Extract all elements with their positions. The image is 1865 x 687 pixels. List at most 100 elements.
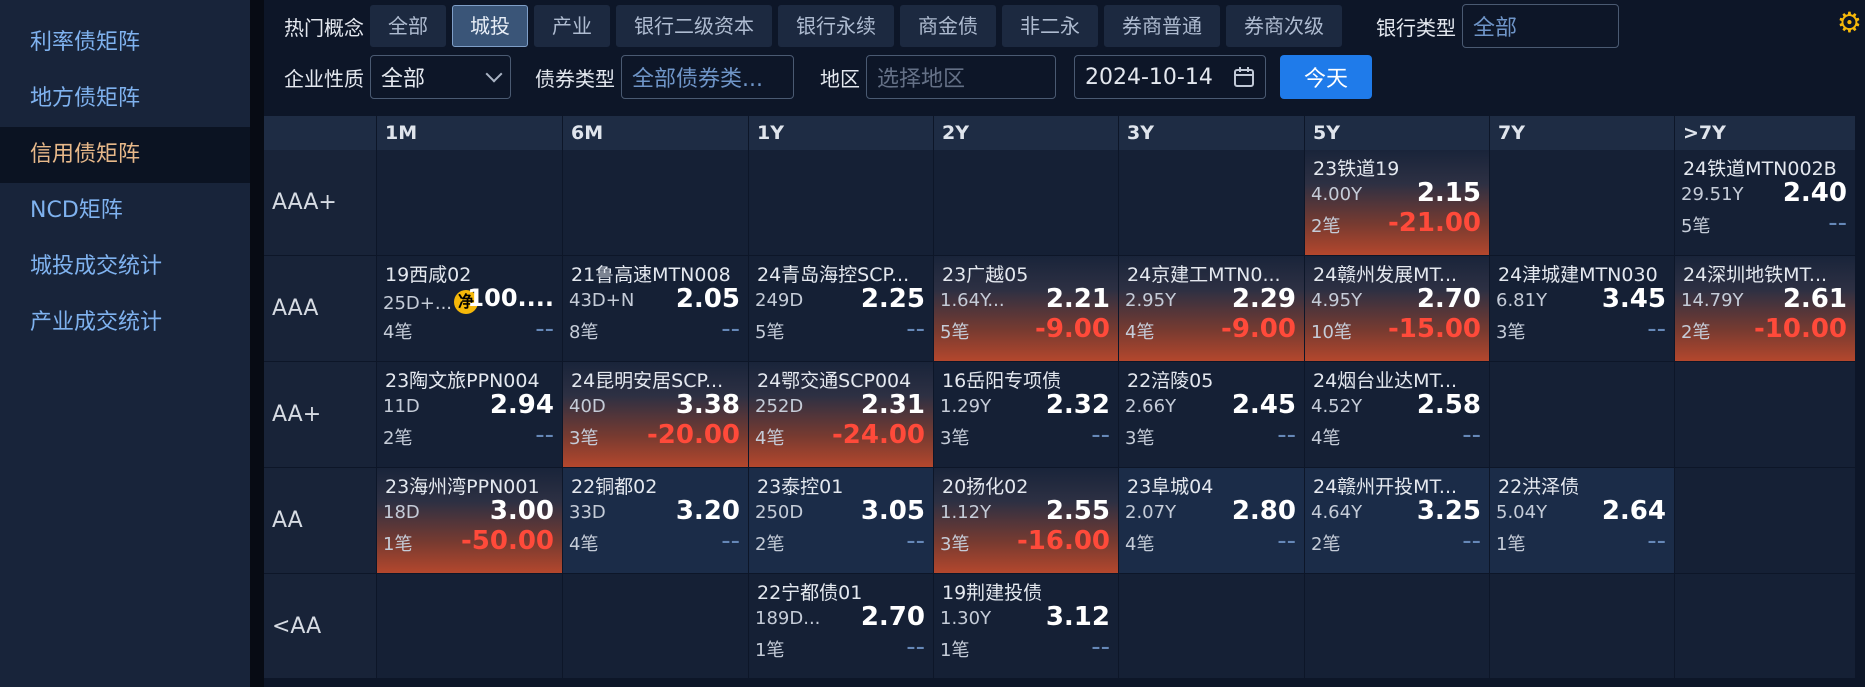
bond-rate: 3.05 (860, 496, 925, 526)
bond-term: 1.64Y... (940, 290, 1005, 311)
empty-cell (376, 574, 562, 679)
sidebar-item[interactable]: 产业成交统计 (0, 295, 250, 351)
bank-type-select[interactable]: 全部 (1462, 4, 1619, 48)
hot-tag[interactable]: 城投 (452, 5, 528, 47)
bond-cell[interactable]: 23海州湾PPN001 18D 3.00 1笔 -50.00 (376, 468, 562, 574)
bond-term-wrap: 1.30Y (940, 608, 991, 629)
bond-cell[interactable]: 24赣州开投MT... 4.64Y 3.25 2笔 -- (1304, 468, 1489, 574)
bond-term: 5.04Y (1496, 502, 1548, 523)
enterprise-nature-label: 企业性质 (284, 66, 364, 91)
hot-tag[interactable]: 产业 (534, 5, 610, 47)
rate-change: -9.00 (1221, 314, 1296, 344)
bond-cell[interactable]: 22涪陵05 2.66Y 2.45 3笔 -- (1118, 362, 1304, 468)
sidebar-item[interactable]: NCD矩阵 (0, 183, 250, 239)
hot-tag[interactable]: 券商次级 (1226, 5, 1342, 47)
column-header: 2Y (933, 116, 1118, 150)
hot-tag[interactable]: 商金债 (900, 5, 996, 47)
bond-cell[interactable]: 21鲁高速MTN008 43D+N 2.05 8笔 -- (562, 256, 748, 362)
rate-change: -- (721, 314, 740, 344)
sidebar-item[interactable]: 城投成交统计 (0, 239, 250, 295)
bond-cell[interactable]: 24京建工MTN0... 2.95Y 2.29 4笔 -9.00 (1118, 256, 1304, 362)
trade-count: 10笔 (1311, 322, 1352, 343)
bond-cell[interactable]: 23陶文旅PPN004 11D 2.94 2笔 -- (376, 362, 562, 468)
bond-type-select[interactable]: 全部债券类... (621, 55, 794, 99)
trade-count: 4笔 (755, 428, 785, 449)
rating-row-label: AAA (264, 256, 376, 362)
bond-rate: 3.25 (1416, 496, 1481, 526)
bond-name: 19西咸02 (385, 264, 472, 286)
sidebar-item[interactable]: 利率债矩阵 (0, 15, 250, 71)
hot-tag[interactable]: 非二永 (1002, 5, 1098, 47)
empty-cell (562, 574, 748, 679)
hot-tag[interactable]: 券商普通 (1104, 5, 1220, 47)
trade-count: 4笔 (383, 322, 413, 343)
bond-term-wrap: 2.66Y (1125, 396, 1176, 417)
rate-change: -15.00 (1387, 314, 1481, 344)
bond-term: 25D+... (383, 293, 453, 314)
bond-cell[interactable]: 20扬化02 1.12Y 2.55 3笔 -16.00 (933, 468, 1118, 574)
bond-rate: 2.25 (860, 284, 925, 314)
sidebar-item[interactable]: 地方债矩阵 (0, 71, 250, 127)
rate-change: -- (906, 314, 925, 344)
column-header: 1M (376, 116, 562, 150)
trade-count: 4笔 (1311, 428, 1341, 449)
bond-cell[interactable]: 22宁都债01 189D... 2.70 1笔 -- (748, 574, 933, 679)
bond-term-wrap: 1.64Y... (940, 290, 1005, 311)
date-value: 2024-10-14 (1085, 64, 1213, 90)
bond-cell[interactable]: 23泰控01 250D 3.05 2笔 -- (748, 468, 933, 574)
rate-change: -- (906, 526, 925, 556)
bond-cell[interactable]: 23铁道19 4.00Y 2.15 2笔 -21.00 (1304, 150, 1489, 256)
bond-cell[interactable]: 24赣州发展MT... 4.95Y 2.70 10笔 -15.00 (1304, 256, 1489, 362)
trade-count: 1笔 (383, 534, 413, 555)
bond-cell[interactable]: 22铜都02 33D 3.20 4笔 -- (562, 468, 748, 574)
column-header: 7Y (1489, 116, 1674, 150)
bond-cell[interactable]: 24铁道MTN002B 29.51Y 2.40 5笔 -- (1674, 150, 1855, 256)
region-select[interactable]: 选择地区 (866, 55, 1056, 99)
rating-row-label: AAA+ (264, 150, 376, 256)
bond-name: 24鄂交通SCP004 (757, 370, 912, 392)
hot-tag[interactable]: 银行二级资本 (616, 5, 772, 47)
bond-term-wrap: 5.04Y (1496, 502, 1547, 523)
rate-change: -50.00 (460, 526, 554, 556)
bond-term: 250D (755, 502, 804, 523)
enterprise-nature-select[interactable]: 全部 (370, 55, 511, 99)
sidebar-item[interactable]: 信用债矩阵 (0, 127, 250, 183)
bond-cell[interactable]: 23阜城04 2.07Y 2.80 4笔 -- (1118, 468, 1304, 574)
bond-term-wrap: 1.12Y (940, 502, 991, 523)
column-header: >7Y (1674, 116, 1855, 150)
date-picker[interactable]: 2024-10-14 (1074, 55, 1266, 99)
rate-change: -9.00 (1035, 314, 1110, 344)
bond-cell[interactable]: 16岳阳专项债 1.29Y 2.32 3笔 -- (933, 362, 1118, 468)
bond-cell[interactable]: 24津城建MTN030 6.81Y 3.45 3笔 -- (1489, 256, 1674, 362)
column-header: 1Y (748, 116, 933, 150)
bond-cell[interactable]: 22洪泽债 5.04Y 2.64 1笔 -- (1489, 468, 1674, 574)
bond-term-wrap: 4.64Y (1311, 502, 1362, 523)
bond-cell[interactable]: 19西咸02 25D+... 净 100.... 4笔 -- (376, 256, 562, 362)
bond-cell[interactable]: 24昆明安居SCP... 40D 3.38 3笔 -20.00 (562, 362, 748, 468)
trade-count: 2笔 (1681, 322, 1711, 343)
rate-change: -- (1277, 420, 1296, 450)
bond-matrix-grid: 1M 6M 1Y 2Y 3Y 5Y 7Y >7Y AAA+ 23铁道19 4.00Y 2.15 2笔 -2… (264, 116, 1855, 679)
today-button[interactable]: 今天 (1280, 55, 1372, 99)
hot-tag[interactable]: 全部 (370, 5, 446, 47)
bond-term-wrap: 4.00Y (1311, 184, 1362, 205)
bond-cell[interactable]: 24青岛海控SCP... 249D 2.25 5笔 -- (748, 256, 933, 362)
trade-count: 5笔 (1681, 216, 1711, 237)
bond-cell[interactable]: 24深圳地铁MT... 14.79Y 2.61 2笔 -10.00 (1674, 256, 1855, 362)
bond-cell[interactable]: 24鄂交通SCP004 252D 2.31 4笔 -24.00 (748, 362, 933, 468)
bond-cell[interactable]: 23广越05 1.64Y... 2.21 5笔 -9.00 (933, 256, 1118, 362)
bond-term: 4.52Y (1311, 396, 1363, 417)
bond-rate: 2.15 (1416, 178, 1481, 208)
empty-cell (562, 150, 748, 256)
bond-term-wrap: 14.79Y (1681, 290, 1744, 311)
empty-cell (1489, 574, 1674, 679)
bond-rate: 2.80 (1231, 496, 1296, 526)
trade-count: 2笔 (1311, 534, 1341, 555)
hot-tag[interactable]: 银行永续 (778, 5, 894, 47)
trade-count: 3笔 (940, 428, 970, 449)
bond-cell[interactable]: 19荆建投债 1.30Y 3.12 1笔 -- (933, 574, 1118, 679)
bond-term: 14.79Y (1681, 290, 1744, 311)
bond-cell[interactable]: 24烟台业达MT... 4.52Y 2.58 4笔 -- (1304, 362, 1489, 468)
settings-gear-icon[interactable]: ⚙ (1837, 8, 1862, 38)
rate-change: -21.00 (1387, 208, 1481, 238)
